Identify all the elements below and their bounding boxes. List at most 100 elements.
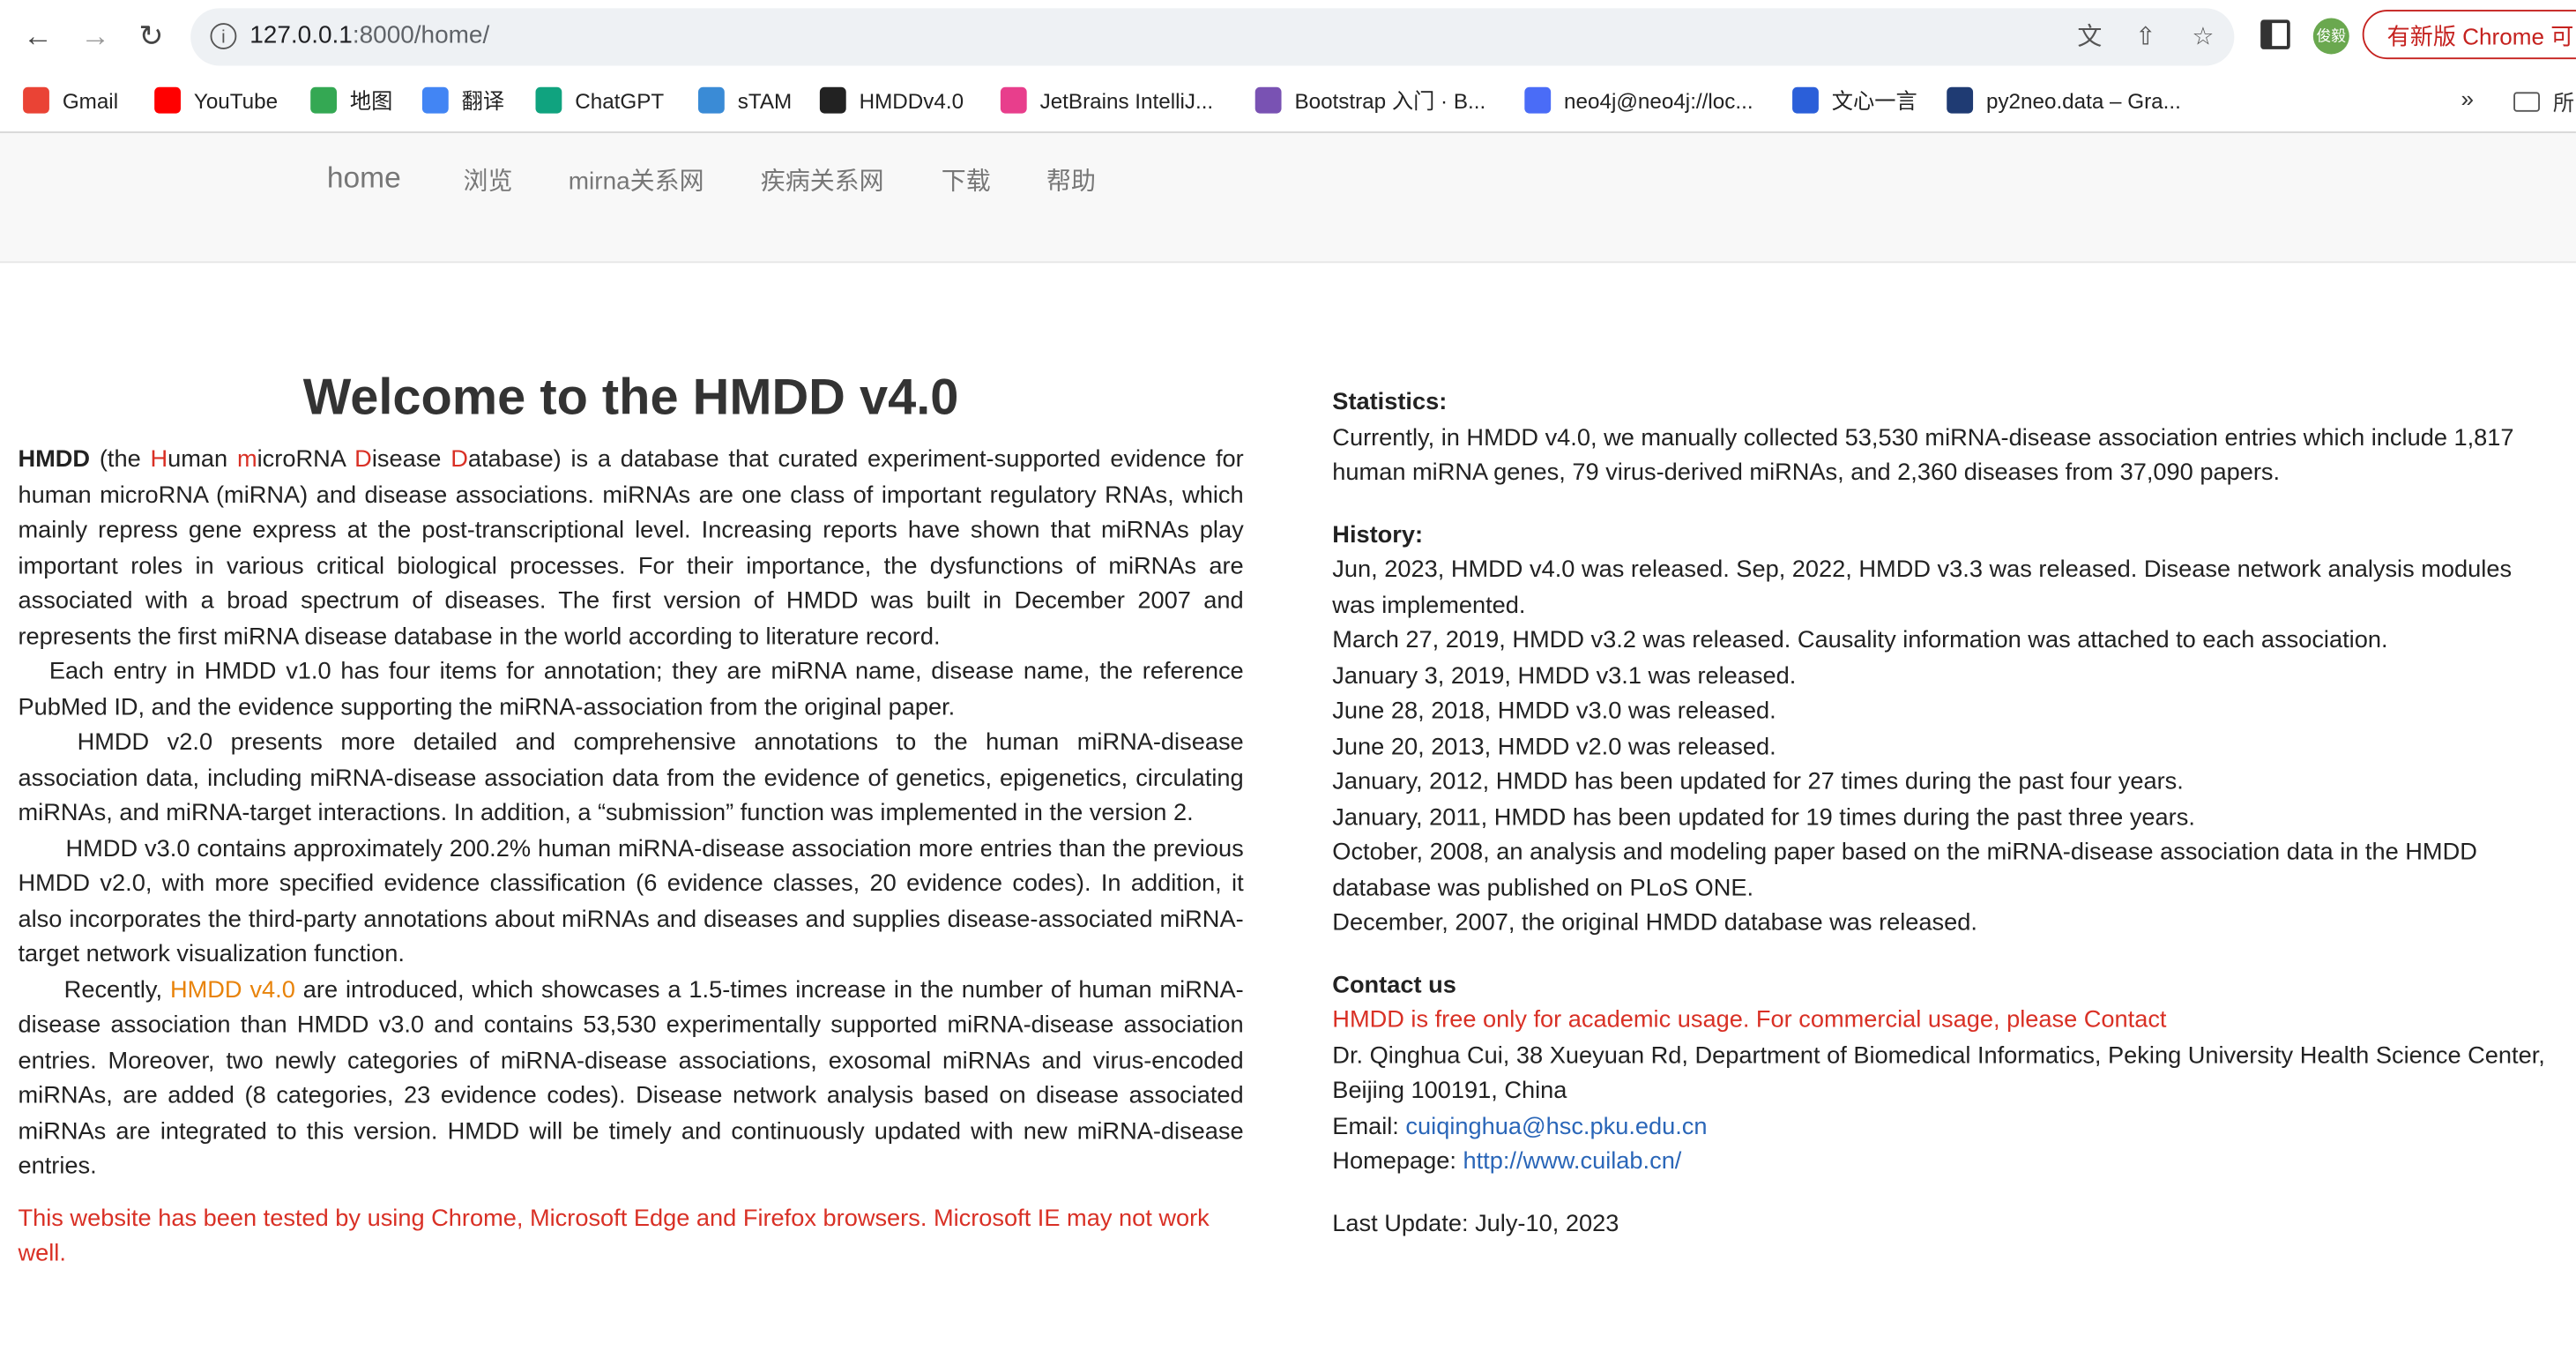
nav-item-download[interactable]: 下载	[942, 162, 991, 197]
bookmarks-folder[interactable]: 所	[2513, 86, 2574, 116]
bookmark-item[interactable]: sTAM	[697, 86, 793, 118]
url-host: 127.0.0.1	[249, 21, 353, 49]
bookmark-label: YouTube	[193, 88, 279, 114]
profile-avatar[interactable]: 俊毅	[2312, 18, 2349, 55]
nav-item-disease-network[interactable]: 疾病关系网	[761, 162, 884, 197]
intro-text: (the	[90, 446, 151, 474]
bookmark-label: sTAM	[737, 88, 793, 114]
intro-paragraph-3: HMDD v2.0 presents more detailed and com…	[18, 729, 1244, 827]
wenxin-icon	[1792, 86, 1819, 114]
history-block: History: Jun, 2023, HMDD v4.0 was releas…	[1332, 519, 2548, 943]
nav-item-mirna-network[interactable]: mirna关系网	[569, 162, 704, 197]
bookmark-item[interactable]: 翻译	[421, 86, 505, 118]
intro-text: are introduced, which showcases a 1.5-ti…	[18, 976, 1244, 1180]
gmail-icon	[23, 86, 49, 114]
nav-item-help[interactable]: 帮助	[1046, 162, 1096, 197]
bookmark-label: py2neo.data – Gra...	[1985, 88, 2181, 114]
contact-email-row: Email: cuiqinghua@hsc.pku.edu.cn	[1332, 1110, 2548, 1146]
url-text[interactable]: 127.0.0.1:8000/home/	[249, 21, 489, 49]
history-item: December, 2007, the original HMDD databa…	[1332, 910, 1977, 937]
site-navbar: home 浏览 mirna关系网 疾病关系网 下载 帮助	[0, 132, 2576, 264]
acronym-letter: H	[150, 446, 168, 474]
intro-text: uman	[168, 446, 237, 474]
forward-arrow-icon[interactable]: →	[76, 17, 115, 56]
nav-home-link[interactable]: home	[327, 161, 401, 196]
neo4j-icon	[1524, 86, 1552, 114]
statistics-block: Statistics: Currently, in HMDD v4.0, we …	[1332, 386, 2548, 492]
reload-icon[interactable]: ↻	[131, 17, 171, 56]
bookmark-item[interactable]: Gmail	[23, 86, 118, 118]
translate-page-icon[interactable]: 文	[2073, 21, 2106, 54]
bookmark-item[interactable]: py2neo.data – Gra...	[1947, 86, 2181, 118]
bookmarks-overflow-icon[interactable]: »	[2461, 86, 2475, 112]
translate-icon	[421, 86, 449, 114]
contact-homepage-row: Homepage: http://www.cuilab.cn/	[1332, 1146, 2548, 1181]
intro-section: Welcome to the HMDD v4.0 HMDD (the Human…	[18, 362, 1243, 1273]
bookmark-item[interactable]: ChatGPT	[535, 86, 665, 118]
intro-paragraph-5: Recently, HMDD v4.0 are introduced, whic…	[18, 974, 1243, 1185]
chatgpt-icon	[535, 86, 562, 114]
statistics-text: Currently, in HMDD v4.0, we manually col…	[1332, 424, 2514, 487]
hmdd-abbrev: HMDD	[18, 446, 91, 474]
history-item: June 28, 2018, HMDD v3.0 was released.	[1332, 698, 1776, 725]
intro-paragraph-4: HMDD v3.0 contains approximately 200.2% …	[18, 835, 1244, 968]
history-item: January, 2012, HMDD has been updated for…	[1332, 769, 2184, 795]
intro-text: icroRNA	[257, 446, 355, 474]
intro-paragraph-2: Each entry in HMDD v1.0 has four items f…	[18, 659, 1244, 721]
bookmark-label: 地图	[349, 88, 393, 114]
intro-text: atabase) is a database that curated expe…	[18, 446, 1244, 651]
bookmark-label: Bootstrap 入门 · B...	[1294, 88, 1486, 114]
bookmark-label: 文心一言	[1831, 88, 1917, 114]
jetbrains-icon	[1000, 86, 1027, 114]
contact-address: Dr. Qinghua Cui, 38 Xueyuan Rd, Departme…	[1332, 1042, 2545, 1105]
bookmark-item[interactable]: JetBrains IntelliJ...	[1000, 86, 1214, 118]
bookmark-label: JetBrains IntelliJ...	[1039, 88, 1214, 114]
share-icon[interactable]: ⇧	[2129, 21, 2162, 54]
bookmark-label: ChatGPT	[575, 88, 665, 114]
bookmark-label: neo4j@neo4j://loc...	[1564, 88, 1753, 114]
last-update: Last Update: July-10, 2023	[1332, 1210, 1619, 1237]
bookmark-star-icon[interactable]: ☆	[2186, 21, 2219, 54]
address-bar[interactable]: i 127.0.0.1:8000/home/ 文 ⇧ ☆	[190, 8, 2235, 66]
bootstrap-icon	[1254, 86, 1282, 114]
folder-icon	[2513, 92, 2540, 112]
globe-icon	[819, 86, 846, 114]
intro-paragraph-1: HMDD (the Human microRNA Disease Databas…	[18, 444, 1243, 655]
browser-compatibility-note: This website has been tested by using Ch…	[18, 1205, 1210, 1267]
history-heading: History:	[1332, 521, 1424, 549]
acronym-letter: D	[450, 446, 468, 474]
intro-text: Recently,	[63, 976, 170, 1004]
bookmark-item[interactable]: 文心一言	[1792, 86, 1917, 118]
py2neo-icon	[1947, 86, 1974, 114]
statistics-heading: Statistics:	[1332, 389, 1448, 416]
history-item: Jun, 2023, HMDD v4.0 was released. Sep, …	[1332, 556, 2513, 619]
stam-icon	[697, 86, 725, 114]
maps-icon	[310, 86, 338, 114]
bookmark-item[interactable]: neo4j@neo4j://loc...	[1524, 86, 1753, 118]
email-label: Email:	[1332, 1113, 1406, 1140]
bookmarks-bar: Gmail YouTube 地图 翻译 ChatGPT sTAM HMDDv4.0 JetBr…	[0, 71, 2576, 133]
page-title: Welcome to the HMDD v4.0	[302, 368, 959, 426]
email-link[interactable]: cuiqinghua@hsc.pku.edu.cn	[1405, 1114, 1707, 1140]
side-panel-icon[interactable]	[2260, 19, 2290, 49]
nav-item-browse[interactable]: 浏览	[464, 162, 513, 197]
contact-heading: Contact us	[1332, 972, 1456, 999]
bookmark-label: Gmail	[62, 88, 119, 114]
hmdd-v4-link[interactable]: HMDD v4.0	[170, 977, 295, 1004]
bookmark-item[interactable]: HMDDv4.0	[819, 86, 964, 118]
bookmark-item[interactable]: Bootstrap 入门 · B...	[1254, 86, 1486, 118]
browser-toolbar: ← → ↻ i 127.0.0.1:8000/home/ 文 ⇧ ☆ 俊毅 有新…	[0, 0, 2576, 72]
back-arrow-icon[interactable]: ←	[18, 17, 57, 56]
homepage-link[interactable]: http://www.cuilab.cn/	[1463, 1149, 1681, 1176]
bookmark-item[interactable]: YouTube	[154, 86, 278, 118]
youtube-icon	[154, 86, 181, 114]
url-path: :8000/home/	[352, 21, 490, 49]
history-item: June 20, 2013, HMDD v2.0 was released.	[1332, 734, 1776, 760]
bookmark-label: 翻译	[461, 88, 505, 114]
site-info-icon[interactable]: i	[210, 23, 237, 49]
update-chrome-button[interactable]: 有新版 Chrome 可	[2362, 10, 2576, 60]
bookmarks-folder-label: 所	[2552, 90, 2575, 116]
intro-text: isease	[371, 446, 451, 474]
bookmark-item[interactable]: 地图	[310, 86, 392, 118]
history-item: January, 2011, HMDD has been updated for…	[1332, 804, 2195, 831]
